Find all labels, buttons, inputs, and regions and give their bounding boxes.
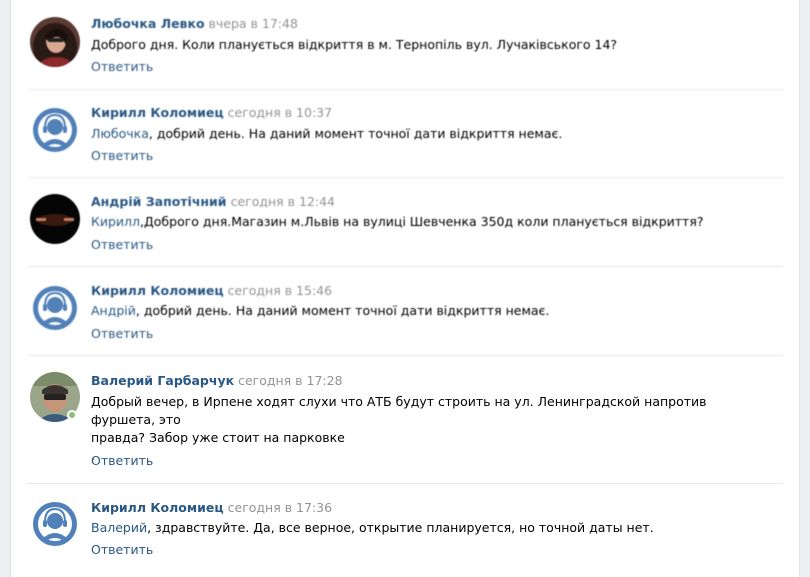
comment-item: Валерий Гарбарчук сегодня в 17:28 Добрый … — [11, 356, 799, 484]
comment-time[interactable]: сегодня в 17:36 — [228, 500, 332, 515]
reply-to-link[interactable]: Кирилл — [91, 214, 140, 229]
avatar[interactable] — [30, 105, 80, 155]
comment-text-line: . — [91, 448, 95, 463]
comment-text: Добрый вечер, в Ирпене ходят слухи что А… — [91, 393, 751, 465]
comment-text: Кирилл,Доброго дня.Магазин м.Львів на ву… — [91, 213, 751, 231]
comment-text-line: правда? Забор уже стоит на парковке — [91, 430, 345, 445]
comment-item: Кирилл Коломиец сегодня в 17:36 Валерий, … — [11, 484, 799, 574]
woman-photo-avatar-icon — [30, 17, 80, 67]
comment-text: Любочка, добрий день. На даний момент то… — [91, 125, 751, 143]
comment-item: Кирилл Коломиец сегодня в 15:46 Андрій, д… — [11, 267, 799, 356]
reply-to-link[interactable]: Андрій — [91, 303, 136, 318]
comment-time[interactable]: сегодня в 12:44 — [231, 194, 335, 209]
comment-item: Любочка Левко вчера в 17:48 Доброго дня. … — [11, 0, 799, 90]
comment-author[interactable]: Кирилл Коломиец — [91, 105, 224, 120]
headset-operator-icon — [30, 283, 80, 333]
reply-button[interactable]: Ответить — [91, 148, 153, 163]
comment-item: Андрій Запотічний сегодня в 12:44 Кирилл,… — [11, 178, 799, 267]
avatar[interactable] — [30, 499, 80, 549]
comment-text: Валерий, здравствуйте. Да, все верное, о… — [91, 519, 751, 537]
avatar[interactable] — [30, 194, 80, 244]
avatar[interactable] — [30, 17, 80, 67]
reply-to-link[interactable]: Любочка — [91, 126, 149, 141]
comment-text: Доброго дня. Коли планується відкриття в… — [91, 37, 618, 52]
online-indicator — [67, 410, 77, 420]
reply-button[interactable]: Ответить — [91, 542, 153, 557]
comment-author[interactable]: Любочка Левко — [91, 16, 205, 31]
comment-author[interactable]: Кирилл Коломиец — [91, 283, 224, 298]
reply-button[interactable]: Ответить — [91, 237, 153, 252]
comment-body: , добрий день. На даний момент точної да… — [148, 126, 563, 141]
comment-time[interactable]: сегодня в 17:28 — [238, 373, 342, 388]
comment-time[interactable]: сегодня в 15:46 — [228, 283, 332, 298]
reply-button[interactable]: Ответить — [91, 326, 153, 341]
comment-author[interactable]: Кирилл Коломиец — [91, 500, 224, 515]
dark-photo-avatar-icon — [30, 194, 80, 244]
comment-author[interactable]: Валерий Гарбарчук — [91, 373, 234, 388]
comment-text: Андрій, добрий день. На даний момент точ… — [91, 302, 751, 320]
reply-to-link[interactable]: Валерий — [91, 520, 147, 535]
comment-author[interactable]: Андрій Запотічний — [91, 194, 227, 209]
comment-body: ,Доброго дня.Магазин м.Львів на вулиці Ш… — [140, 214, 704, 229]
headset-operator-icon — [30, 499, 80, 549]
comment-time[interactable]: сегодня в 10:37 — [228, 105, 332, 120]
comments-panel: Любочка Левко вчера в 17:48 Доброго дня. … — [10, 0, 800, 577]
comment-time[interactable]: вчера в 17:48 — [209, 16, 298, 31]
reply-button[interactable]: Ответить — [91, 453, 153, 468]
reply-button[interactable]: Ответить — [91, 59, 153, 74]
avatar[interactable] — [30, 283, 80, 333]
comment-body: , здравствуйте. Да, все верное, открытие… — [147, 520, 654, 535]
headset-operator-icon — [30, 105, 80, 155]
comment-body: , добрий день. На даний момент точної да… — [135, 303, 550, 318]
comment-text-line: Добрый вечер, в Ирпене ходят слухи что А… — [91, 394, 707, 427]
comment-item: Кирилл Коломиец сегодня в 10:37 Любочка, … — [11, 90, 799, 178]
